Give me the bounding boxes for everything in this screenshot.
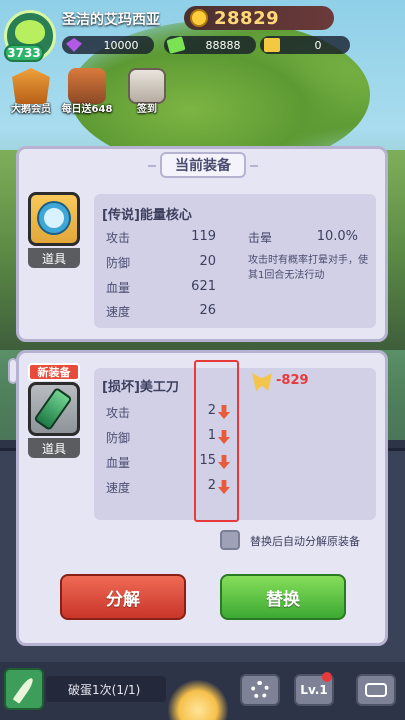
stat-value: 20 <box>199 254 216 269</box>
player-level-badge: 3733 <box>4 44 44 62</box>
stat-label: 攻击 <box>106 231 131 245</box>
egg-progress: 破蛋1次(1/1) <box>46 676 166 702</box>
cash-amount: 88888 <box>205 38 241 52</box>
egg-icon[interactable] <box>168 680 228 720</box>
stat-compare-highlight <box>194 360 239 522</box>
ticket-amount: 0 <box>314 38 322 52</box>
new-equip-name: [损坏]美工刀 <box>102 380 179 395</box>
stat-label: 血量 <box>106 456 131 470</box>
gem-amount: 10000 <box>103 38 139 52</box>
sign-in-button[interactable]: 签到 <box>124 68 170 120</box>
new-equip-badge: 新装备 <box>28 363 80 381</box>
new-equip-item[interactable] <box>28 382 80 436</box>
stat-value: 26 <box>199 303 216 318</box>
cash-icon <box>166 36 186 54</box>
stat-label: 攻击 <box>106 406 131 420</box>
current-equip-name: [传说]能量核心 <box>102 208 192 223</box>
stat-label: 防御 <box>106 431 131 445</box>
auto-decompose-checkbox[interactable] <box>220 530 240 550</box>
feather-icon <box>12 676 36 704</box>
power-change: -829 <box>276 373 309 388</box>
resource-cash[interactable]: 88888 <box>164 36 256 54</box>
settings-button[interactable] <box>240 674 280 706</box>
daily-gift-icon <box>68 68 106 104</box>
stat-label: 速度 <box>106 481 131 495</box>
skill-value: 10.0% <box>316 229 358 244</box>
sign-in-icon <box>128 68 166 104</box>
gear-icon <box>251 681 269 699</box>
quill-button[interactable] <box>4 668 44 710</box>
chat-icon <box>365 683 387 697</box>
daily-gift-label: 每日送648 <box>61 104 113 115</box>
stat-value: 621 <box>191 279 216 294</box>
decompose-button[interactable]: 分解 <box>60 574 186 620</box>
gold-display: 28829 <box>184 6 334 30</box>
sign-in-label: 签到 <box>137 104 157 115</box>
skill-label: 击晕 <box>248 231 273 245</box>
skill-description: 攻击时有概率打晕对手，使其1回合无法行动 <box>248 255 368 281</box>
current-equip-title: 当前装备 <box>160 152 246 178</box>
gold-coin-icon <box>190 9 208 27</box>
stat-label: 血量 <box>106 281 131 295</box>
energy-core-icon <box>39 203 69 233</box>
resource-gem[interactable]: 10000 <box>62 36 154 54</box>
stat-label: 防御 <box>106 256 131 270</box>
resource-ticket[interactable]: 0 <box>260 36 350 54</box>
gold-amount: 28829 <box>214 7 280 29</box>
auto-decompose-label: 替换后自动分解原装备 <box>250 535 360 548</box>
chat-button[interactable] <box>356 674 396 706</box>
stat-value: 119 <box>191 229 216 244</box>
title-dash-left <box>148 165 156 167</box>
player-name: 圣洁的艾玛西亚 <box>62 12 160 28</box>
daily-gift-button[interactable]: 每日送648 <box>61 68 113 120</box>
ticket-icon <box>264 38 280 52</box>
current-item-label: 道具 <box>28 248 80 268</box>
gem-icon <box>66 38 82 52</box>
stat-label: 速度 <box>106 305 131 319</box>
current-equip-item[interactable] <box>28 192 80 246</box>
avatar-face-icon <box>15 20 45 44</box>
replace-button[interactable]: 替换 <box>220 574 346 620</box>
vip-icon <box>12 68 50 104</box>
title-dash-right <box>250 165 258 167</box>
vip-button[interactable]: 大鹅会员 <box>8 68 54 120</box>
utility-knife-icon <box>33 386 73 432</box>
notification-dot <box>322 672 332 682</box>
new-item-label: 道具 <box>28 438 80 458</box>
